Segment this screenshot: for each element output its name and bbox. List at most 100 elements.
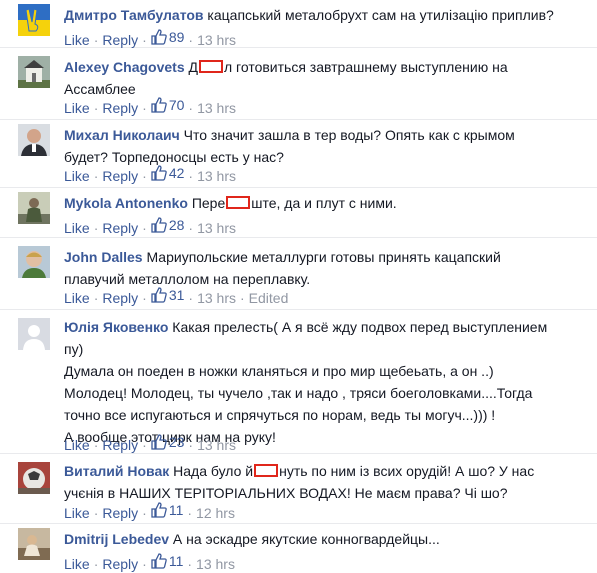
comment-text: пу) (64, 341, 84, 357)
timestamp[interactable]: 13 hrs (196, 556, 235, 572)
comment-author[interactable]: Виталий Новак (64, 463, 169, 479)
timestamp[interactable]: 13 hrs (197, 168, 236, 184)
user-photo-icon (18, 528, 50, 560)
comment-actions: Like · Reply · 28 · 13 hrs (64, 215, 236, 236)
reply-button[interactable]: Reply (102, 505, 138, 521)
like-button[interactable]: Like (64, 168, 90, 184)
comment-item: Михал Николаич Что значит зашла в тер во… (0, 120, 597, 188)
like-button[interactable]: Like (64, 100, 90, 116)
user-photo-icon (18, 462, 50, 494)
edited-link[interactable]: Edited (249, 290, 289, 306)
separator: · (142, 220, 147, 236)
timestamp[interactable]: 13 hrs (197, 100, 236, 116)
thumbs-up-icon (151, 97, 167, 113)
separator: · (188, 290, 194, 306)
separator: · (142, 168, 147, 184)
comment-text: Пере ште, да и плут с ними. (191, 195, 397, 211)
reply-button[interactable]: Reply (102, 290, 138, 306)
comment-text: Что значит зашла в тер воды? Опять как с… (183, 127, 515, 143)
reply-button[interactable]: Reply (102, 32, 138, 48)
avatar[interactable] (18, 56, 50, 88)
thumbs-up-icon (151, 502, 167, 518)
comment-text: Какая прелесть( А я всё жду подвох перед… (172, 319, 548, 335)
separator: · (188, 168, 194, 184)
reply-button[interactable]: Reply (102, 556, 138, 572)
redaction-box (198, 60, 223, 73)
comment-item: Alexey Chagovets Дл готовиться завтрашне… (0, 48, 597, 120)
timestamp[interactable]: 12 hrs (196, 505, 235, 521)
comment-author[interactable]: Dmitrij Lebedev (64, 531, 169, 547)
comment-text: Мариупольские металлурги готовы принять … (146, 249, 501, 265)
thumbs-up-icon (151, 165, 167, 181)
comment-item: Mykola Antonenko Пере ште, да и плут с ни… (0, 188, 597, 238)
like-button[interactable]: Like (64, 556, 90, 572)
avatar[interactable] (18, 462, 50, 494)
timestamp[interactable]: 13 hrs (197, 437, 236, 453)
separator: · (93, 100, 99, 116)
reply-button[interactable]: Reply (102, 220, 138, 236)
comment-item: Виталий Новак Нада було й нуть по ним із … (0, 454, 597, 524)
redaction-box (254, 464, 279, 477)
comment-text: Дл готовиться завтрашнему выступлению на (188, 59, 508, 75)
like-count[interactable]: 89 (151, 27, 184, 47)
comment-author[interactable]: John Dalles (64, 249, 143, 265)
comment-text: Молодец! Молодец, ты чучело ,так и надо … (64, 385, 533, 401)
separator: · (93, 220, 99, 236)
separator: · (188, 437, 194, 453)
comment-item: Dmitrij Lebedev А на эскадре якутские ко… (0, 524, 597, 573)
separator: · (142, 290, 147, 306)
like-button[interactable]: Like (64, 437, 90, 453)
like-button[interactable]: Like (64, 505, 90, 521)
avatar[interactable] (18, 318, 50, 350)
like-button[interactable]: Like (64, 290, 90, 306)
separator: · (188, 100, 194, 116)
separator: · (93, 290, 99, 306)
thumbs-up-icon (151, 434, 167, 450)
comment-author[interactable]: Михал Николаич (64, 127, 180, 143)
comment-author[interactable]: Дмитро Тамбулатов (64, 7, 204, 23)
thumbs-up-icon (151, 553, 167, 569)
separator: · (93, 556, 99, 572)
separator: · (187, 556, 193, 572)
timestamp[interactable]: 13 hrs (197, 220, 236, 236)
like-button[interactable]: Like (64, 32, 90, 48)
like-count[interactable]: 42 (151, 163, 184, 183)
separator: · (142, 437, 147, 453)
separator: · (93, 437, 99, 453)
thumbs-up-icon (151, 287, 167, 303)
comment-author[interactable]: Alexey Chagovets (64, 59, 185, 75)
comment-actions: Like · Reply · 89 · 13 hrs (64, 27, 236, 48)
comment-author[interactable]: Юлія Яковенко (64, 319, 168, 335)
user-photo-icon (18, 124, 50, 156)
reply-button[interactable]: Reply (102, 168, 138, 184)
comment-actions: Like · Reply · 11 · 12 hrs (64, 500, 235, 521)
like-count[interactable]: 23 (151, 432, 184, 452)
comment-text: Думала он поеден в ножки кланяться и про… (64, 363, 494, 379)
like-count[interactable]: 70 (151, 95, 184, 115)
avatar[interactable] (18, 528, 50, 560)
like-count[interactable]: 31 (151, 285, 184, 305)
like-button[interactable]: Like (64, 220, 90, 236)
timestamp[interactable]: 13 hrs (197, 32, 236, 48)
comment-author[interactable]: Mykola Antonenko (64, 195, 188, 211)
comment-text: точно все испугаються и спрячуться по но… (64, 407, 496, 423)
separator: · (188, 220, 194, 236)
avatar[interactable] (18, 192, 50, 224)
comment-item: Юлія Яковенко Какая прелесть( А я всё жд… (0, 310, 597, 454)
separator: · (142, 505, 147, 521)
victory-hand-flag-icon (18, 4, 50, 36)
avatar[interactable] (18, 246, 50, 278)
like-count[interactable]: 11 (151, 500, 183, 520)
reply-button[interactable]: Reply (102, 437, 138, 453)
avatar[interactable] (18, 124, 50, 156)
comment-item: John Dalles Мариупольские металлурги гот… (0, 238, 597, 310)
comment-item: Дмитро Тамбулатов кацапський металобрухт… (0, 0, 597, 48)
like-count[interactable]: 11 (151, 551, 183, 571)
building-icon (18, 56, 50, 88)
thumbs-up-icon (151, 217, 167, 233)
like-count[interactable]: 28 (151, 215, 184, 235)
comment-actions: Like · Reply · 11 · 13 hrs (64, 551, 235, 572)
timestamp[interactable]: 13 hrs (197, 290, 236, 306)
reply-button[interactable]: Reply (102, 100, 138, 116)
avatar[interactable] (18, 4, 50, 36)
